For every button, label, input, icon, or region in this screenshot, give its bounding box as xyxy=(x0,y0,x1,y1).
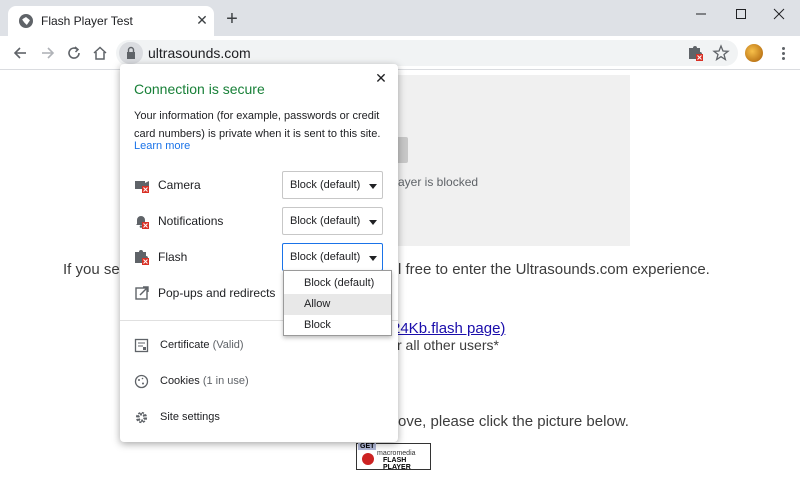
chevron-down-icon xyxy=(369,220,377,225)
more-menu-icon[interactable] xyxy=(776,45,790,63)
forward-button[interactable] xyxy=(38,43,58,63)
plugin-placeholder[interactable] xyxy=(380,75,630,246)
url-text[interactable]: ultrasounds.com xyxy=(148,45,251,61)
users-note: r all other users* xyxy=(397,337,499,353)
site-info-button[interactable] xyxy=(119,42,143,64)
globe-icon xyxy=(19,14,33,28)
chevron-down-icon xyxy=(369,184,377,189)
tab-strip: Flash Player Test ✕ + xyxy=(0,0,800,36)
camera-permission-select[interactable]: Block (default) xyxy=(282,171,383,199)
arrow-right-icon xyxy=(42,47,55,59)
certificate-row[interactable]: Certificate (Valid) xyxy=(120,334,398,358)
puzzle-blocked-icon xyxy=(134,249,150,265)
chevron-down-icon xyxy=(369,256,377,261)
gear-icon xyxy=(134,410,149,425)
new-tab-button[interactable]: + xyxy=(222,9,242,29)
connection-description: Your information (for example, passwords… xyxy=(134,110,381,140)
option-allow[interactable]: Allow xyxy=(284,294,391,315)
permission-label: Flash xyxy=(158,250,188,264)
back-button[interactable] xyxy=(10,43,30,63)
certificate-label: Certificate xyxy=(160,339,210,351)
flash-page-link[interactable]: 24Kb.flash page) xyxy=(392,320,505,337)
bell-blocked-icon xyxy=(134,213,150,229)
select-value: Block (default) xyxy=(290,251,361,263)
flash-permission-options: Block (default) Allow Block xyxy=(283,270,392,336)
arrow-left-icon xyxy=(13,47,26,59)
flash-permission-select[interactable]: Block (default) xyxy=(282,243,383,271)
badge-flash-word: FLASH xyxy=(383,457,407,464)
address-bar[interactable]: ultrasounds.com xyxy=(116,40,738,66)
cookies-row[interactable]: Cookies (1 in use) xyxy=(120,370,398,394)
cookies-label: Cookies xyxy=(160,375,200,387)
intro-text-left: If you se xyxy=(63,261,120,278)
minimize-button[interactable] xyxy=(686,4,716,24)
popups-label: Pop-ups and redirects xyxy=(158,286,276,300)
notifications-permission-select[interactable]: Block (default) xyxy=(282,207,383,235)
permission-row-camera: Camera Block (default) xyxy=(120,171,398,199)
tab-close-icon[interactable]: ✕ xyxy=(194,12,210,28)
badge-flash-player-label: FLASH PLAYER xyxy=(383,457,411,471)
plugin-blocked-icon[interactable] xyxy=(686,44,704,62)
select-value: Block (default) xyxy=(290,179,361,191)
get-flash-player-badge[interactable]: GET macromedia FLASH PLAYER xyxy=(356,443,431,471)
certificate-status: (Valid) xyxy=(212,339,244,351)
home-icon xyxy=(93,46,107,60)
camera-blocked-icon xyxy=(134,177,150,193)
badge-player-word: PLAYER xyxy=(383,464,411,471)
close-window-button[interactable] xyxy=(764,4,794,24)
tab-flash-player-test[interactable]: Flash Player Test ✕ xyxy=(8,6,214,36)
reload-button[interactable] xyxy=(64,43,84,63)
permission-row-flash: Flash Block (default) xyxy=(120,243,398,271)
select-value: Block (default) xyxy=(290,215,361,227)
learn-more-link[interactable]: Learn more xyxy=(134,140,190,152)
plugin-blocked-text: ayer is blocked xyxy=(398,175,479,189)
lock-icon xyxy=(127,46,135,59)
certificate-icon xyxy=(134,338,149,353)
open-in-new-icon xyxy=(134,285,150,301)
badge-macromedia-label: macromedia xyxy=(377,450,416,457)
popup-close-icon[interactable]: ✕ xyxy=(374,71,388,85)
profile-avatar[interactable] xyxy=(745,44,763,62)
site-settings-row[interactable]: Site settings xyxy=(120,406,398,430)
minimize-icon xyxy=(696,13,706,15)
page-info-popup: Connection is secure ✕ Your information … xyxy=(120,64,398,442)
permission-label: Camera xyxy=(158,178,201,192)
site-settings-label: Site settings xyxy=(160,411,220,423)
badge-get-label: GET xyxy=(358,443,377,450)
close-icon xyxy=(773,8,785,20)
option-block[interactable]: Block xyxy=(284,315,391,336)
intro-text-right: l free to enter the Ultrasounds.com expe… xyxy=(398,261,710,278)
option-block-default[interactable]: Block (default) xyxy=(284,273,391,294)
home-button[interactable] xyxy=(90,43,110,63)
connection-secure-heading: Connection is secure xyxy=(134,81,265,97)
star-icon[interactable] xyxy=(712,44,730,62)
maximize-button[interactable] xyxy=(726,4,756,24)
click-picture-text: ove, please click the picture below. xyxy=(398,413,629,430)
cookie-icon xyxy=(134,374,149,389)
reload-icon xyxy=(68,46,80,59)
permission-row-notifications: Notifications Block (default) xyxy=(120,207,398,235)
cookies-count: (1 in use) xyxy=(202,375,249,387)
macromedia-logo-icon xyxy=(362,453,374,465)
maximize-icon xyxy=(736,9,746,19)
tab-title: Flash Player Test xyxy=(41,14,133,28)
permission-label: Notifications xyxy=(158,214,224,228)
